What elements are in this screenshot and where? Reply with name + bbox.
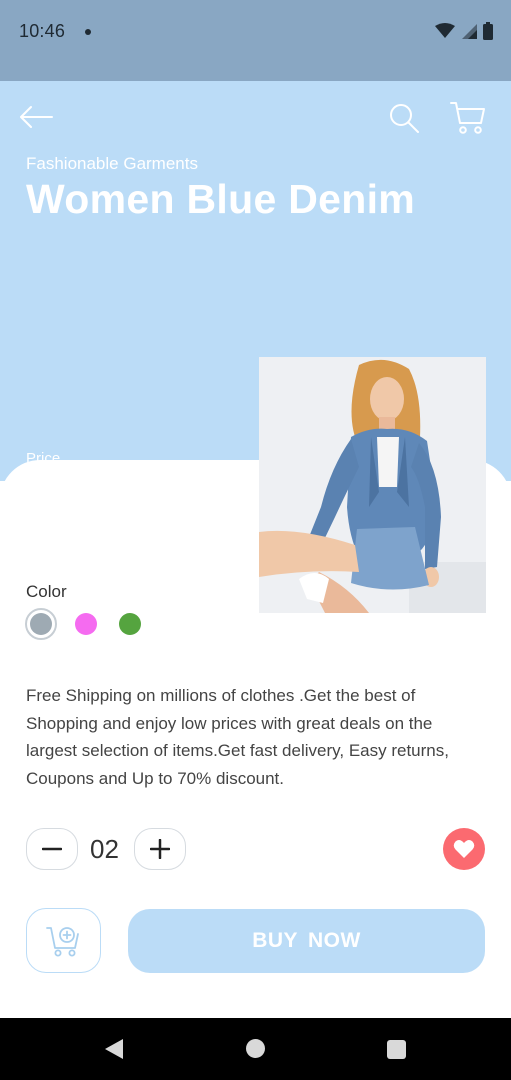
quantity-increase-button[interactable]: [134, 828, 186, 870]
cart-button[interactable]: [448, 98, 488, 138]
signal-icon: [462, 24, 477, 39]
battery-icon: [483, 22, 493, 40]
heart-icon: [453, 840, 475, 858]
cart-add-icon: [45, 926, 79, 956]
color-swatch-pink[interactable]: [75, 613, 97, 635]
color-swatch-gray[interactable]: [25, 608, 57, 640]
status-time: 10:46: [19, 21, 66, 41]
add-to-cart-button[interactable]: [26, 908, 101, 973]
nav-home-icon[interactable]: [246, 1039, 265, 1058]
quantity-value: 02: [90, 834, 119, 864]
color-label: Color: [26, 582, 67, 601]
search-button[interactable]: [386, 100, 422, 136]
nav-back-icon[interactable]: [104, 1038, 124, 1060]
color-swatch-green[interactable]: [119, 613, 141, 635]
status-bar: 10:46: [0, 0, 511, 81]
product-category: Fashionable Garments: [26, 154, 198, 173]
favorite-button[interactable]: [443, 828, 485, 870]
search-icon: [390, 104, 419, 133]
plus-icon: [150, 839, 170, 859]
quantity-decrease-button[interactable]: [26, 828, 78, 870]
arrow-left-icon: [20, 106, 53, 128]
product-image: [259, 357, 486, 613]
wifi-icon: [435, 23, 455, 38]
buy-now-button[interactable]: BUY NOW: [128, 909, 485, 973]
minus-icon: [42, 847, 62, 851]
back-button[interactable]: [16, 99, 56, 135]
product-title: Women Blue Denim: [26, 176, 416, 222]
product-photo: [259, 357, 486, 613]
product-description: Free Shipping on millions of clothes .Ge…: [26, 686, 449, 788]
nav-recent-icon[interactable]: [387, 1040, 406, 1059]
notification-dot-icon: [85, 29, 91, 35]
cart-icon: [450, 102, 485, 134]
status-icons: [435, 22, 493, 40]
